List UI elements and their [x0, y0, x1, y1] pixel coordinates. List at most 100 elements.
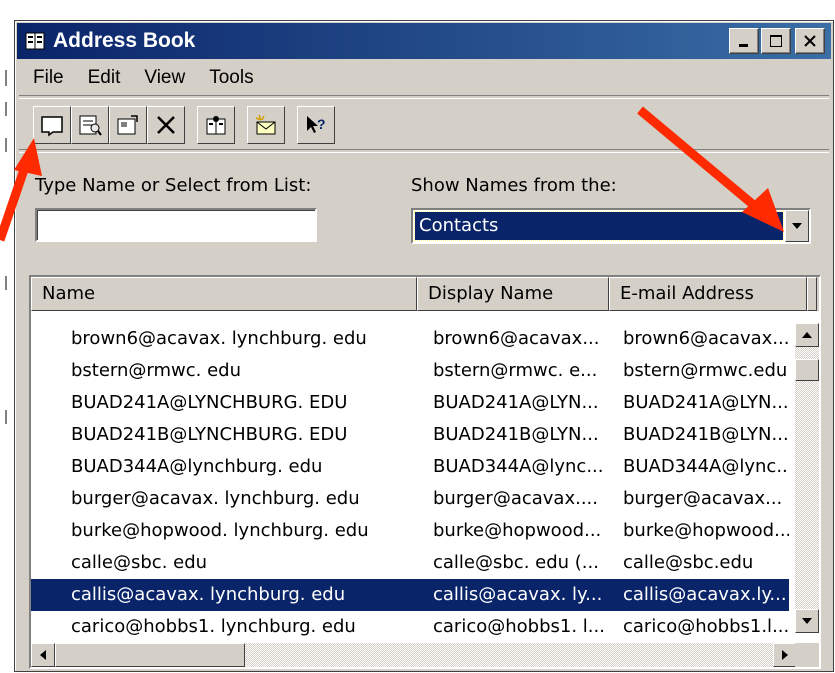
source-dropdown-button[interactable]: [785, 210, 809, 242]
menu-edit[interactable]: Edit: [76, 67, 133, 89]
contact-row[interactable]: callis@acavax. lynchburg. edu callis@acav…: [31, 579, 789, 611]
address-book-window: Address Book File Edit View Tools ? Type…: [14, 20, 834, 672]
contact-name-cell: calle@sbc. edu: [71, 552, 208, 573]
contact-name-cell: BUAD241B@LYNCHBURG. EDU: [71, 424, 348, 445]
close-icon: [804, 35, 816, 47]
contact-row[interactable]: bstern@rmwc. edu bstern@rmwc. e... bstern@…: [31, 355, 789, 387]
contact-row[interactable]: BUAD344A@lynchburg. edu BUAD344A@lync... B…: [31, 451, 789, 483]
contact-display-name-cell: calle@sbc. edu (...: [433, 552, 599, 573]
source-select[interactable]: Contacts: [411, 208, 811, 244]
delete-button[interactable]: [147, 106, 185, 144]
contacts-list[interactable]: Name Display Name E-mail Address brown6@…: [29, 275, 821, 669]
contact-display-name-cell: brown6@acavax...: [433, 328, 600, 349]
contact-email-cell: BUAD344A@lync...: [623, 456, 789, 477]
new-message-icon: [255, 114, 276, 135]
contact-row[interactable]: burke@hopwood. lynchburg. edu burke@hopwo…: [31, 515, 789, 547]
contact-display-name-cell: callis@acavax. ly...: [433, 584, 603, 605]
arrow-up-icon: [802, 332, 812, 338]
scrollbar-corner: [795, 643, 819, 667]
help-pointer-icon: ?: [307, 116, 326, 133]
maximize-button[interactable]: [761, 28, 791, 54]
contact-name-cell: callis@acavax. lynchburg. edu: [71, 584, 346, 605]
contact-email-cell: BUAD241A@LYN...: [623, 392, 789, 413]
delete-icon: [157, 116, 175, 134]
window-title: Address Book: [53, 29, 196, 52]
contact-email-cell: callis@acavax.ly...: [623, 584, 787, 605]
column-header-email[interactable]: E-mail Address: [609, 277, 807, 311]
menu-bar: File Edit View Tools: [21, 63, 266, 93]
contact-display-name-cell: BUAD241B@LYN...: [433, 424, 599, 445]
horizontal-scrollbar[interactable]: [31, 643, 797, 667]
menu-view[interactable]: View: [132, 67, 197, 89]
maximize-icon: [770, 35, 782, 47]
whats-this-help-button[interactable]: ?: [297, 106, 335, 144]
vertical-scrollbar[interactable]: [795, 323, 819, 633]
find-people-button[interactable]: [197, 106, 235, 144]
contact-email-cell: brown6@acavax...: [623, 328, 789, 349]
properties-button[interactable]: [109, 106, 147, 144]
contact-name-cell: burke@hopwood. lynchburg. edu: [71, 520, 369, 541]
contact-display-name-cell: bstern@rmwc. e...: [433, 360, 598, 381]
list-header: Name Display Name E-mail Address: [31, 277, 819, 311]
chevron-down-icon: [792, 223, 802, 229]
minimize-icon: [739, 44, 748, 47]
horizontal-scroll-thumb[interactable]: [55, 643, 245, 667]
contact-email-cell: burger@acavax...: [623, 488, 783, 509]
column-header-display-name[interactable]: Display Name: [417, 277, 609, 311]
contact-row[interactable]: BUAD241A@LYNCHBURG. EDU BUAD241A@LYN... BU…: [31, 387, 789, 419]
arrow-right-icon: [782, 650, 788, 660]
search-label: Type Name or Select from List:: [35, 175, 312, 196]
scroll-down-button[interactable]: [795, 609, 819, 633]
contact-email-cell: calle@sbc.edu: [623, 552, 754, 573]
source-selected-value: Contacts: [414, 211, 784, 241]
title-bar[interactable]: Address Book: [17, 23, 831, 59]
toolbar-separator: [19, 149, 829, 153]
contact-display-name-cell: BUAD241A@LYN...: [433, 392, 599, 413]
contact-email-cell: BUAD241B@LYN...: [623, 424, 789, 445]
contact-display-name-cell: BUAD344A@lync...: [433, 456, 604, 477]
vertical-scroll-thumb[interactable]: [795, 359, 819, 381]
svg-text:?: ?: [317, 116, 326, 132]
new-contact-button[interactable]: [33, 106, 71, 144]
contact-name-cell: BUAD241A@LYNCHBURG. EDU: [71, 392, 348, 413]
contact-name-cell: burger@acavax. lynchburg. edu: [71, 488, 360, 509]
search-input[interactable]: [35, 208, 317, 242]
contact-row[interactable]: carico@hobbs1. lynchburg. edu carico@hobb…: [31, 611, 789, 643]
list-rows: brown6@acavax. lynchburg. edu brown6@acav…: [31, 323, 789, 643]
contact-email-cell: bstern@rmwc.edu: [623, 360, 788, 381]
contact-display-name-cell: carico@hobbs1. l...: [433, 616, 605, 637]
scroll-right-button[interactable]: [773, 643, 797, 667]
minimize-button[interactable]: [729, 28, 759, 54]
column-header-name[interactable]: Name: [31, 277, 417, 311]
new-contact-icon: [41, 116, 63, 137]
arrow-left-icon: [40, 650, 46, 660]
contact-row[interactable]: BUAD241B@LYNCHBURG. EDU BUAD241B@LYN... BU…: [31, 419, 789, 451]
close-button[interactable]: [795, 28, 825, 54]
contact-name-cell: carico@hobbs1. lynchburg. edu: [71, 616, 356, 637]
contact-display-name-cell: burger@acavax....: [433, 488, 598, 509]
find-people-icon: [206, 116, 226, 135]
source-label: Show Names from the:: [411, 175, 617, 196]
menu-file[interactable]: File: [21, 67, 76, 89]
contact-name-cell: BUAD344A@lynchburg. edu: [71, 456, 323, 477]
column-header-extra[interactable]: [807, 277, 817, 311]
contact-row[interactable]: brown6@acavax. lynchburg. edu brown6@acav…: [31, 323, 789, 355]
contact-row[interactable]: burger@acavax. lynchburg. edu burger@acav…: [31, 483, 789, 515]
properties-icon: [117, 115, 138, 135]
contact-email-cell: carico@hobbs1.l...: [623, 616, 789, 637]
scroll-left-button[interactable]: [31, 643, 55, 667]
contact-display-name-cell: burke@hopwood...: [433, 520, 602, 541]
scroll-up-button[interactable]: [795, 323, 819, 347]
menu-tools[interactable]: Tools: [197, 67, 265, 89]
toolbar: ?: [33, 105, 335, 145]
arrow-down-icon: [802, 618, 812, 624]
menu-separator: [19, 95, 829, 99]
card-search-icon: [79, 115, 102, 136]
contact-name-cell: bstern@rmwc. edu: [71, 360, 242, 381]
properties-card-button[interactable]: [71, 106, 109, 144]
contact-row[interactable]: calle@sbc. edu calle@sbc. edu (... calle@s…: [31, 547, 789, 579]
contact-name-cell: brown6@acavax. lynchburg. edu: [71, 328, 367, 349]
address-book-icon: [25, 32, 45, 50]
contact-email-cell: burke@hopwood...: [623, 520, 789, 541]
new-message-button[interactable]: [247, 106, 285, 144]
